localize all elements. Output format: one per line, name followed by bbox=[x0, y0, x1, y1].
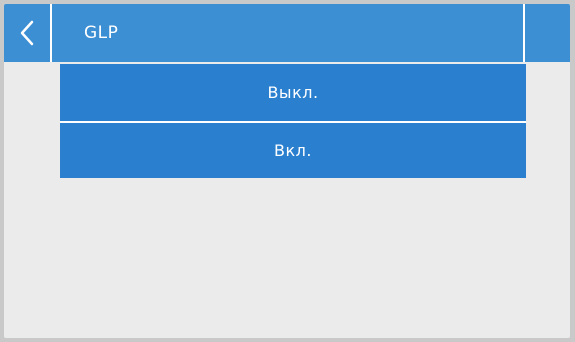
page-title: GLP bbox=[84, 23, 119, 43]
option-off-button[interactable]: Выкл. bbox=[60, 64, 526, 121]
option-on-label: Вкл. bbox=[274, 141, 312, 160]
option-off-label: Выкл. bbox=[267, 83, 319, 102]
header-bar: GLP bbox=[4, 4, 570, 62]
title-area: GLP bbox=[52, 4, 525, 62]
screen: GLP Выкл. Вкл. bbox=[4, 4, 570, 338]
header-right-panel bbox=[525, 4, 570, 62]
option-on-button[interactable]: Вкл. bbox=[60, 123, 526, 178]
back-button[interactable] bbox=[4, 4, 52, 62]
chevron-left-icon bbox=[20, 20, 34, 46]
